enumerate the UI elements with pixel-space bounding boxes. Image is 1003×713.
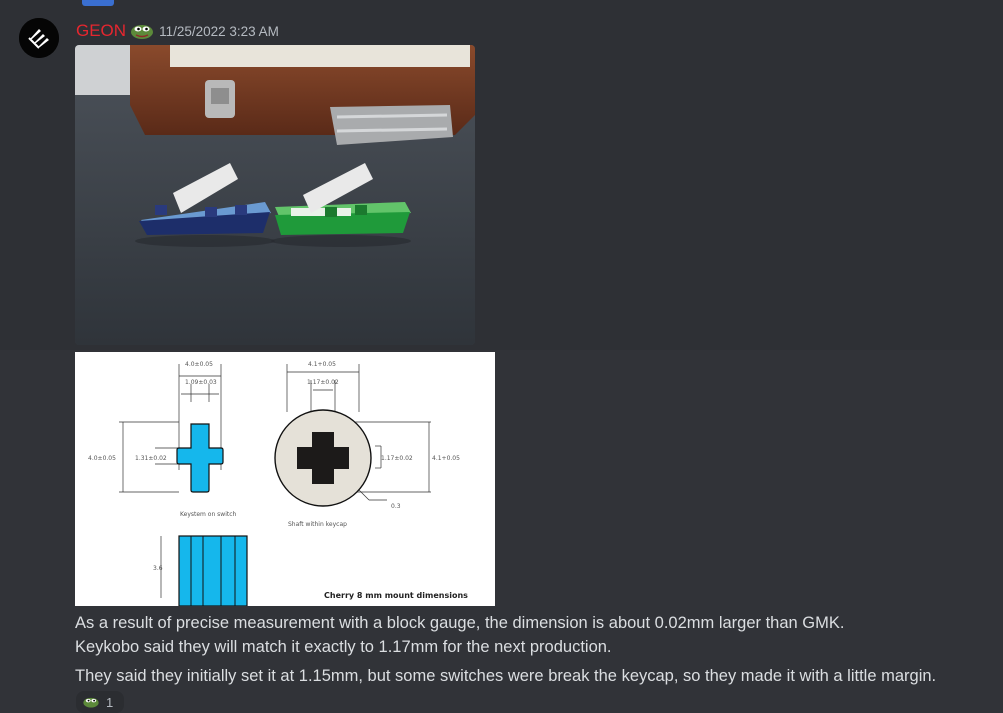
diagram-title: Cherry 8 mm mount dimensions xyxy=(324,591,468,600)
avatar[interactable] xyxy=(19,18,59,58)
message-header: GEON 11/25/2022 3:23 AM xyxy=(76,20,279,42)
message-text-line-1: As a result of precise measurement with … xyxy=(75,614,845,632)
keycap-photo-image xyxy=(75,45,475,345)
shaft-caption: Shaft within keycap xyxy=(288,521,347,528)
pepe-emoji-icon xyxy=(131,25,154,39)
shaft-radius-label: 0.3 xyxy=(391,503,401,510)
cherry-mount-diagram: 4.0±0.05 1.09±0.03 4.0±0.05 1.31±0.02 Ke… xyxy=(75,352,495,607)
reaction-button[interactable]: 1 xyxy=(76,691,124,713)
stem-caption: Keystem on switch xyxy=(180,511,237,518)
previous-attachment-thumbnail[interactable] xyxy=(82,0,114,6)
previous-message-strip xyxy=(0,0,1003,14)
stem-height-label: 4.0±0.05 xyxy=(88,455,116,462)
username[interactable]: GEON xyxy=(76,21,126,41)
side-height-label: 3.6 xyxy=(153,565,163,572)
shaft-width-label: 4.1+0.05 xyxy=(308,361,336,368)
timestamp: 11/25/2022 3:23 AM xyxy=(159,23,279,39)
pepe-emoji-icon xyxy=(83,697,99,708)
reaction-count: 1 xyxy=(106,694,114,710)
message-text-line-3: They said they initially set it at 1.15m… xyxy=(75,667,937,685)
stem-arm-v-label: 1.31±0.02 xyxy=(135,455,167,462)
stem-width-label: 4.0±0.05 xyxy=(185,361,213,368)
message-text-line-2: Keykobo said they will match it exactly … xyxy=(75,638,612,656)
shaft-arm-label: 1.17±0.02 xyxy=(307,379,339,386)
shaft-height-label: 4.1+0.05 xyxy=(432,455,460,462)
keystem-side-shape xyxy=(178,535,248,607)
attachment-diagram[interactable]: 4.0±0.05 1.09±0.03 4.0±0.05 1.31±0.02 Ke… xyxy=(75,352,495,607)
attachment-photo[interactable] xyxy=(75,45,475,345)
shaft-arm-v-label: 1.17±0.02 xyxy=(381,455,413,462)
stem-arm-label: 1.09±0.03 xyxy=(185,379,217,386)
logo-icon xyxy=(19,18,59,58)
